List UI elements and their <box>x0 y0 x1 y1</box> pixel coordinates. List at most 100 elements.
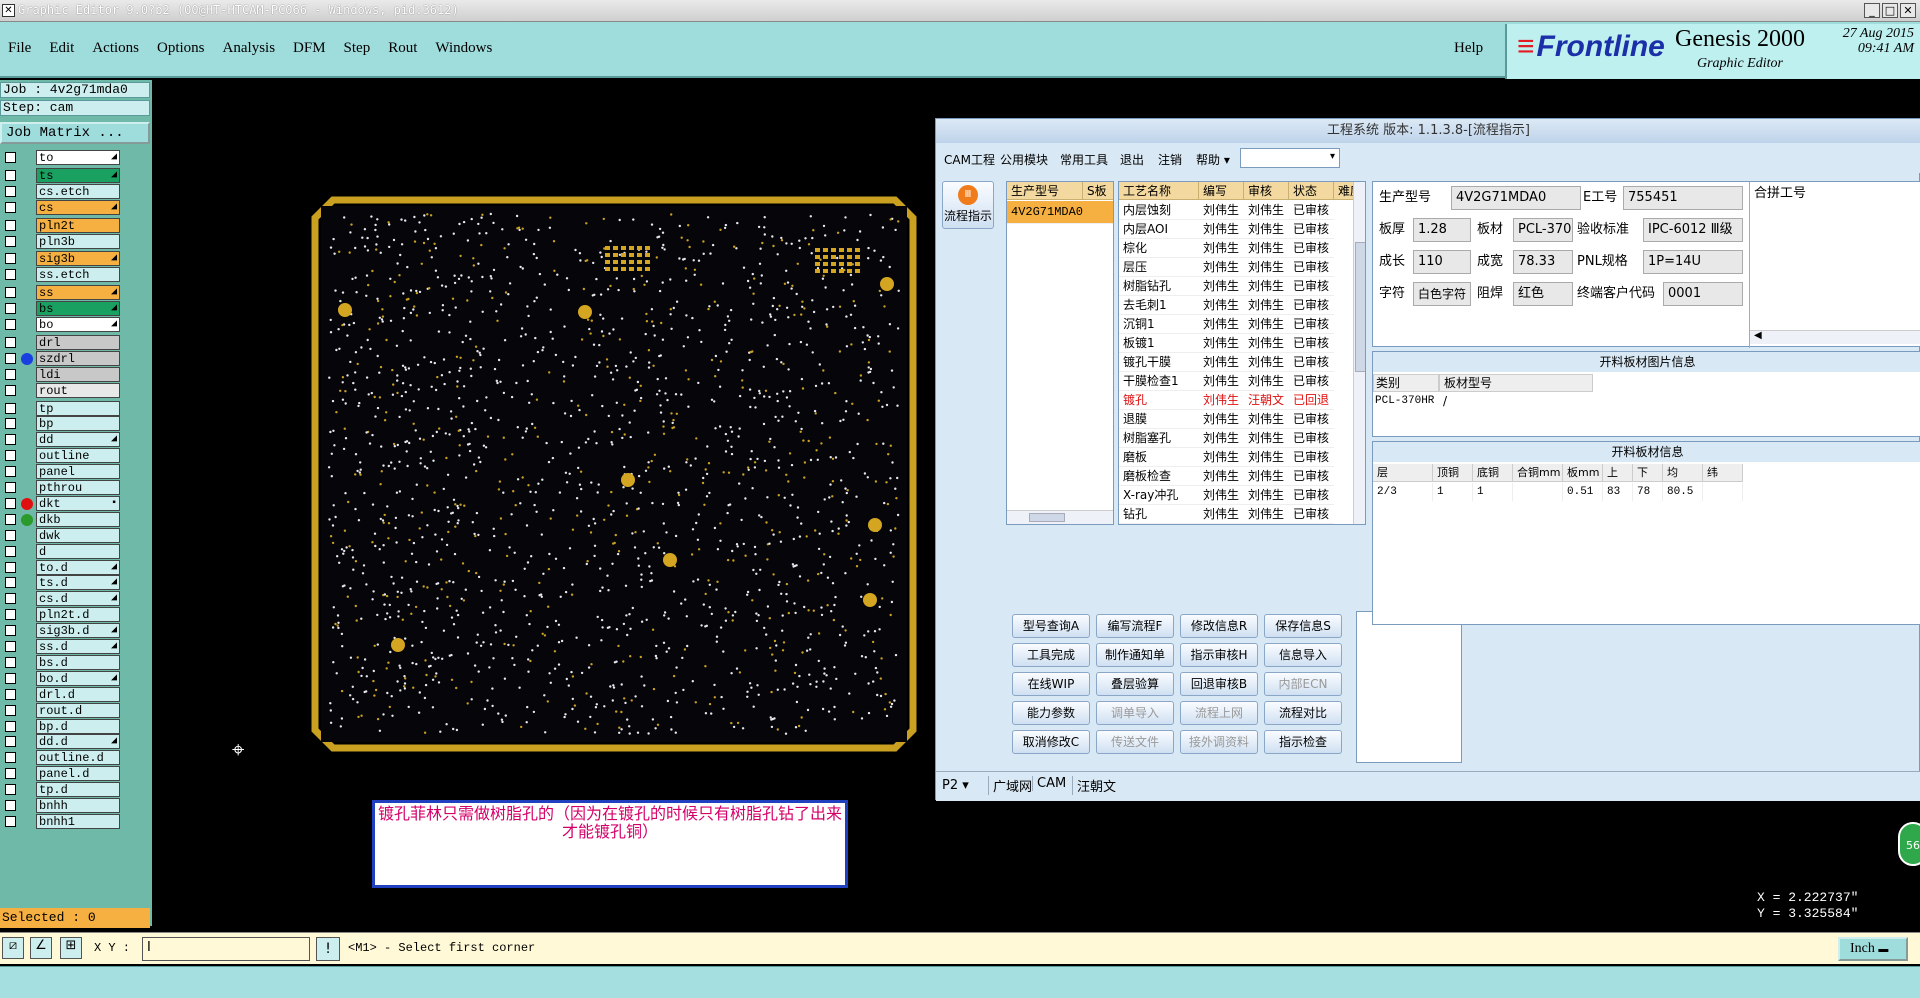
process-cell[interactable]: 已审核 <box>1289 505 1334 524</box>
menu-help[interactable]: Help <box>1454 40 1483 57</box>
action-button[interactable]: 叠层验算 <box>1096 672 1174 696</box>
layer-name[interactable]: bs.d <box>36 654 120 670</box>
process-cell[interactable]: 刘伟生 <box>1244 505 1289 524</box>
eng-menu-logout[interactable]: 注销 <box>1158 151 1182 168</box>
layer-row[interactable]: tp <box>0 400 152 416</box>
model-row[interactable]: 4V2G71MDA0 <box>1007 201 1113 224</box>
process-cell[interactable]: 刘伟生 <box>1199 277 1244 296</box>
info-icon[interactable]: ! <box>316 937 340 961</box>
tab-wan[interactable]: 广域网 <box>988 776 1036 795</box>
layer-checkbox[interactable] <box>5 466 16 478</box>
process-cell[interactable]: 已审核 <box>1289 201 1334 220</box>
layer-checkbox[interactable] <box>5 219 16 231</box>
layer-checkbox[interactable] <box>5 402 16 414</box>
layer-checkbox[interactable] <box>5 720 16 732</box>
action-button[interactable]: 回退审核B <box>1180 672 1258 696</box>
process-cell[interactable]: 刘伟生 <box>1199 524 1244 525</box>
snap-icon[interactable]: ⧄ <box>2 937 24 959</box>
layer-name[interactable]: pln2t.d <box>36 607 120 623</box>
process-cell[interactable]: 刘伟生 <box>1244 410 1289 429</box>
layer-row[interactable]: pln3b <box>0 233 152 249</box>
layer-checkbox[interactable] <box>5 641 16 652</box>
minimize-button[interactable]: _ <box>1864 3 1880 18</box>
layer-checkbox[interactable] <box>5 185 16 197</box>
layer-checkbox[interactable] <box>5 303 16 315</box>
layer-name[interactable]: pthrou <box>36 480 120 495</box>
measure-icon[interactable]: ∠ <box>30 937 52 959</box>
layer-row[interactable]: bo ◢ <box>0 317 152 332</box>
action-button[interactable]: 取消修改C <box>1012 730 1090 754</box>
layer-name[interactable]: dwk <box>36 527 120 543</box>
process-cell[interactable]: 树脂钻孔 <box>1119 277 1199 296</box>
layer-row[interactable]: dd ◢ <box>0 432 152 448</box>
process-cell[interactable]: 钻孔 <box>1119 505 1199 524</box>
layer-row[interactable]: dd.d ◢ <box>0 734 152 750</box>
layer-name[interactable]: dkb <box>36 511 120 527</box>
process-cell[interactable]: 刘伟生 <box>1244 353 1289 372</box>
menu-options[interactable]: Options <box>157 40 205 57</box>
process-cell[interactable]: 刘伟生 <box>1199 410 1244 429</box>
layer-row[interactable]: ss.etch <box>0 267 152 283</box>
process-cell[interactable]: 已审核 <box>1289 296 1334 315</box>
process-cell[interactable]: 刘伟生 <box>1244 201 1289 220</box>
process-cell[interactable]: 已审核 <box>1289 410 1334 429</box>
process-cell[interactable]: 磨板 <box>1119 448 1199 467</box>
layer-row[interactable]: pln2t <box>0 217 152 233</box>
close-button[interactable]: ✕ <box>1900 3 1916 18</box>
action-button[interactable]: 信息导入 <box>1264 643 1342 667</box>
layer-name[interactable]: bp.d <box>36 718 120 734</box>
model-value[interactable]: 4V2G71MDA0 <box>1451 186 1581 210</box>
job-matrix-button[interactable]: Job Matrix ... <box>0 122 150 144</box>
process-header[interactable]: 审核 <box>1244 182 1289 200</box>
process-cell[interactable]: 刘伟生 <box>1244 372 1289 391</box>
process-cell[interactable]: 去毛刺1 <box>1119 296 1199 315</box>
process-cell[interactable]: 刘伟生 <box>1199 239 1244 258</box>
layer-checkbox[interactable] <box>5 152 16 163</box>
eng-menu-exit[interactable]: 退出 <box>1120 151 1144 168</box>
layer-checkbox[interactable] <box>5 800 16 811</box>
layer-checkbox[interactable] <box>5 688 16 700</box>
layer-checkbox[interactable] <box>5 815 16 827</box>
action-button[interactable]: 修改信息R <box>1180 614 1258 638</box>
process-cell[interactable]: 刘伟生 <box>1199 201 1244 220</box>
action-button[interactable]: 能力参数 <box>1012 701 1090 725</box>
layer-name[interactable]: ts.d ◢ <box>36 575 120 591</box>
layer-row[interactable]: pthrou <box>0 480 152 495</box>
process-cell[interactable]: 棕化 <box>1119 239 1199 258</box>
action-button[interactable]: 保存信息S <box>1264 614 1342 638</box>
action-button[interactable]: 流程对比 <box>1264 701 1342 725</box>
layer-name[interactable]: tp.d <box>36 782 120 798</box>
pnl-value[interactable]: 1P=14U <box>1643 250 1743 274</box>
layer-name[interactable]: ss ◢ <box>36 285 120 301</box>
note-box[interactable]: 镀孔菲林只需做树脂孔的（因为在镀孔的时候只有树脂孔钻了出来才能镀孔铜） <box>372 800 848 888</box>
process-cell[interactable]: 已回退 <box>1289 524 1334 525</box>
process-header[interactable]: 工艺名称 <box>1119 182 1199 200</box>
layer-checkbox[interactable] <box>5 352 16 364</box>
action-button[interactable]: 型号查询A <box>1012 614 1090 638</box>
action-button[interactable]: 传送文件 <box>1096 730 1174 754</box>
layer-checkbox[interactable] <box>5 434 16 446</box>
layer-row[interactable]: ts ◢ <box>0 167 152 183</box>
layer-name[interactable]: rout.d <box>36 702 120 718</box>
model-hscroll[interactable] <box>1007 510 1113 524</box>
model-header-1[interactable]: S板 <box>1083 182 1113 200</box>
process-cell[interactable]: 已审核 <box>1289 448 1334 467</box>
layer-name[interactable]: panel.d <box>36 766 120 782</box>
layer-row[interactable]: drl.d <box>0 686 152 702</box>
layer-row[interactable]: sig3b ◢ <box>0 251 152 267</box>
menu-rout[interactable]: Rout <box>388 40 417 57</box>
process-cell[interactable]: 板镀1 <box>1119 334 1199 353</box>
layer-checkbox[interactable] <box>5 577 16 589</box>
layer-row[interactable]: pln2t.d <box>0 607 152 623</box>
process-cell[interactable]: 刘伟生 <box>1199 315 1244 334</box>
tab-cam[interactable]: CAM <box>1032 776 1070 791</box>
process-cell[interactable]: 刘伟生 <box>1244 258 1289 277</box>
layer-name[interactable]: dd ◢ <box>36 432 120 448</box>
layer-checkbox[interactable] <box>5 169 16 181</box>
layer-name[interactable]: bnhh <box>36 798 120 813</box>
layer-row[interactable]: to ◢ <box>0 150 152 165</box>
process-cell[interactable]: 刘伟生 <box>1244 334 1289 353</box>
action-button[interactable]: 流程上网 <box>1180 701 1258 725</box>
layer-row[interactable]: rout.d <box>0 702 152 718</box>
process-cell[interactable]: 刘伟生 <box>1199 429 1244 448</box>
